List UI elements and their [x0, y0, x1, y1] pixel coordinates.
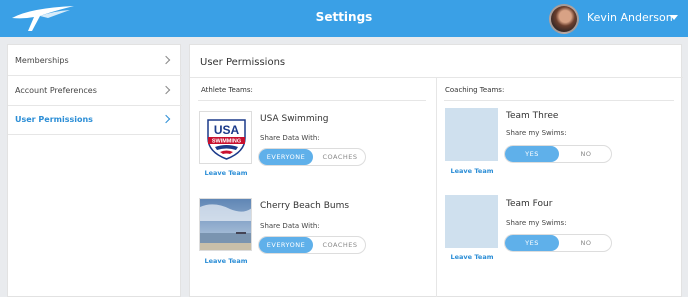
team-photo-cherry-beach-bums: [199, 198, 252, 251]
section-title: User Permissions: [200, 57, 286, 68]
share-label: Share my Swims:: [506, 129, 567, 137]
share-label: Share Data With:: [260, 134, 320, 142]
divider: [444, 100, 674, 101]
share-toggle[interactable]: EVERYONE COACHES: [258, 236, 366, 254]
sidebar-item-account-preferences[interactable]: Account Preferences: [8, 77, 182, 106]
chevron-right-icon: [161, 85, 171, 95]
sidebar-item-label: Account Preferences: [15, 86, 97, 95]
toggle-option-coaches[interactable]: COACHES: [313, 149, 367, 165]
svg-text:SWIMMING: SWIMMING: [212, 139, 241, 145]
share-label: Share Data With:: [260, 222, 320, 230]
usa-swimming-logo-icon: USA SWIMMING: [207, 119, 246, 160]
divider: [198, 100, 426, 101]
toggle-option-yes[interactable]: YES: [505, 146, 559, 162]
athlete-teams-heading: Athlete Teams:: [201, 86, 253, 94]
sidebar-item-memberships[interactable]: Memberships: [8, 47, 182, 76]
team-placeholder-image: [445, 108, 498, 161]
team-name: Team Four: [506, 199, 553, 209]
page-title: Settings: [315, 10, 373, 24]
leave-team-link[interactable]: Leave Team: [198, 257, 254, 265]
toggle-option-yes[interactable]: YES: [505, 235, 559, 251]
top-bar: Settings Kevin Anderson: [0, 0, 688, 37]
toggle-option-no[interactable]: NO: [559, 235, 613, 251]
toggle-option-everyone[interactable]: EVERYONE: [259, 149, 313, 165]
share-toggle[interactable]: YES NO: [504, 234, 612, 252]
sidebar-item-label: User Permissions: [15, 115, 93, 124]
team-placeholder-image: [445, 195, 498, 248]
share-toggle[interactable]: YES NO: [504, 145, 612, 163]
beach-photo-icon: [200, 199, 251, 250]
leave-team-link[interactable]: Leave Team: [444, 167, 500, 175]
toggle-option-everyone[interactable]: EVERYONE: [259, 237, 313, 253]
chevron-down-icon[interactable]: [670, 15, 678, 20]
chevron-right-icon: [161, 114, 171, 124]
team-name: Team Three: [506, 111, 559, 121]
coaching-teams-heading: Coaching Teams:: [445, 86, 505, 94]
share-label: Share my Swims:: [506, 219, 567, 227]
toggle-option-no[interactable]: NO: [559, 146, 613, 162]
team-name: USA Swimming: [260, 114, 329, 124]
team-name: Cherry Beach Bums: [260, 201, 350, 211]
sidebar: Memberships Account Preferences User Per…: [7, 44, 182, 297]
sidebar-item-label: Memberships: [15, 56, 69, 65]
main-panel: User Permissions Athlete Teams: USA SWIM…: [189, 44, 683, 297]
column-divider: [436, 78, 437, 297]
toggle-option-coaches[interactable]: COACHES: [313, 237, 367, 253]
team-logo-usa-swimming: USA SWIMMING: [199, 111, 252, 164]
sidebar-item-user-permissions[interactable]: User Permissions: [8, 106, 182, 135]
share-toggle[interactable]: EVERYONE COACHES: [258, 148, 366, 166]
user-name[interactable]: Kevin Anderson: [587, 11, 673, 24]
avatar[interactable]: [549, 4, 579, 34]
leave-team-link[interactable]: Leave Team: [444, 253, 500, 261]
leave-team-link[interactable]: Leave Team: [198, 169, 254, 177]
chevron-right-icon: [161, 55, 171, 65]
svg-text:USA: USA: [214, 123, 240, 137]
